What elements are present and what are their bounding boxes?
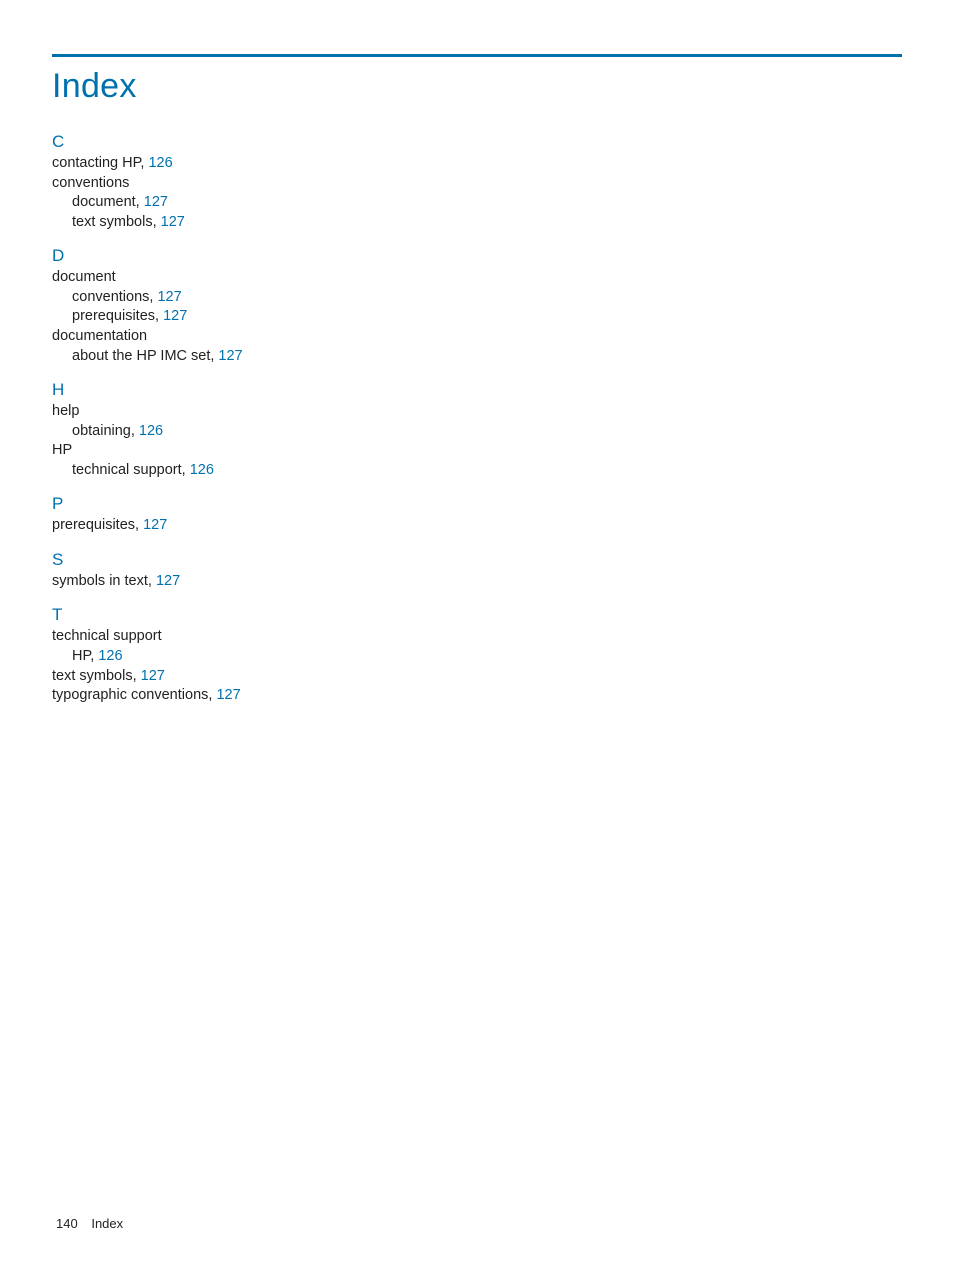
index-entry-text: HP,: [72, 648, 94, 664]
index-page-link[interactable]: 127: [216, 687, 240, 703]
index-entry-text: document: [52, 269, 116, 285]
index-entry-text: technical support,: [72, 462, 186, 478]
index-entry-text: prerequisites,: [52, 517, 139, 533]
index-entry-text: contacting HP,: [52, 155, 144, 171]
index-entry: text symbols, 127: [52, 667, 902, 687]
index-page-link[interactable]: 127: [157, 289, 181, 305]
index-entry-text: technical support: [52, 628, 162, 644]
index-entry-text: prerequisites,: [72, 308, 159, 324]
index-entry-text: document,: [72, 194, 140, 210]
index-page-link[interactable]: 126: [139, 423, 163, 439]
index-letter-p: P: [52, 494, 902, 514]
footer-label: Index: [91, 1216, 123, 1231]
top-rule: [52, 54, 902, 57]
index-subentry: about the HP IMC set, 127: [52, 347, 902, 367]
index-subentry: document, 127: [52, 193, 902, 213]
index-entry-text: HP: [52, 442, 72, 458]
page-title: Index: [52, 67, 902, 106]
index-letter-d: D: [52, 246, 902, 266]
page-footer: 140 Index: [56, 1216, 123, 1231]
index-letter-c: C: [52, 132, 902, 152]
index-entry: conventions: [52, 174, 902, 194]
index-entry: symbols in text, 127: [52, 572, 902, 592]
index-entry: prerequisites, 127: [52, 516, 902, 536]
index-entry: technical support: [52, 627, 902, 647]
index-page-link[interactable]: 126: [98, 648, 122, 664]
index-letter-s: S: [52, 550, 902, 570]
index-page-link[interactable]: 127: [144, 194, 168, 210]
index-entry-text: help: [52, 403, 79, 419]
index-page-link[interactable]: 127: [143, 517, 167, 533]
index-entry-text: typographic conventions,: [52, 687, 212, 703]
index-subentry: prerequisites, 127: [52, 307, 902, 327]
index-entry-text: conventions,: [72, 289, 153, 305]
index-entry: document: [52, 268, 902, 288]
index-page-link[interactable]: 127: [141, 668, 165, 684]
index-subentry: HP, 126: [52, 647, 902, 667]
index-entry: documentation: [52, 327, 902, 347]
index-page-link[interactable]: 127: [156, 573, 180, 589]
index-page-link[interactable]: 126: [148, 155, 172, 171]
index-subentry: technical support, 126: [52, 461, 902, 481]
index-page-link[interactable]: 126: [190, 462, 214, 478]
index-entry-text: symbols in text,: [52, 573, 152, 589]
index-entry-text: documentation: [52, 328, 147, 344]
index-entry: HP: [52, 441, 902, 461]
index-letter-t: T: [52, 605, 902, 625]
index-page-link[interactable]: 127: [218, 348, 242, 364]
index-page-link[interactable]: 127: [163, 308, 187, 324]
footer-page-number: 140: [56, 1216, 78, 1231]
index-page-link[interactable]: 127: [161, 214, 185, 230]
index-subentry: text symbols, 127: [52, 213, 902, 233]
index-entry-text: conventions: [52, 175, 129, 191]
index-subentry: obtaining, 126: [52, 422, 902, 442]
index-entry-text: text symbols,: [52, 668, 137, 684]
index-entry-text: text symbols,: [72, 214, 157, 230]
index-entry-text: obtaining,: [72, 423, 135, 439]
index-entry: contacting HP, 126: [52, 154, 902, 174]
index-entry: help: [52, 402, 902, 422]
index-subentry: conventions, 127: [52, 288, 902, 308]
index-entry-text: about the HP IMC set,: [72, 348, 214, 364]
index-entry: typographic conventions, 127: [52, 686, 902, 706]
index-letter-h: H: [52, 380, 902, 400]
